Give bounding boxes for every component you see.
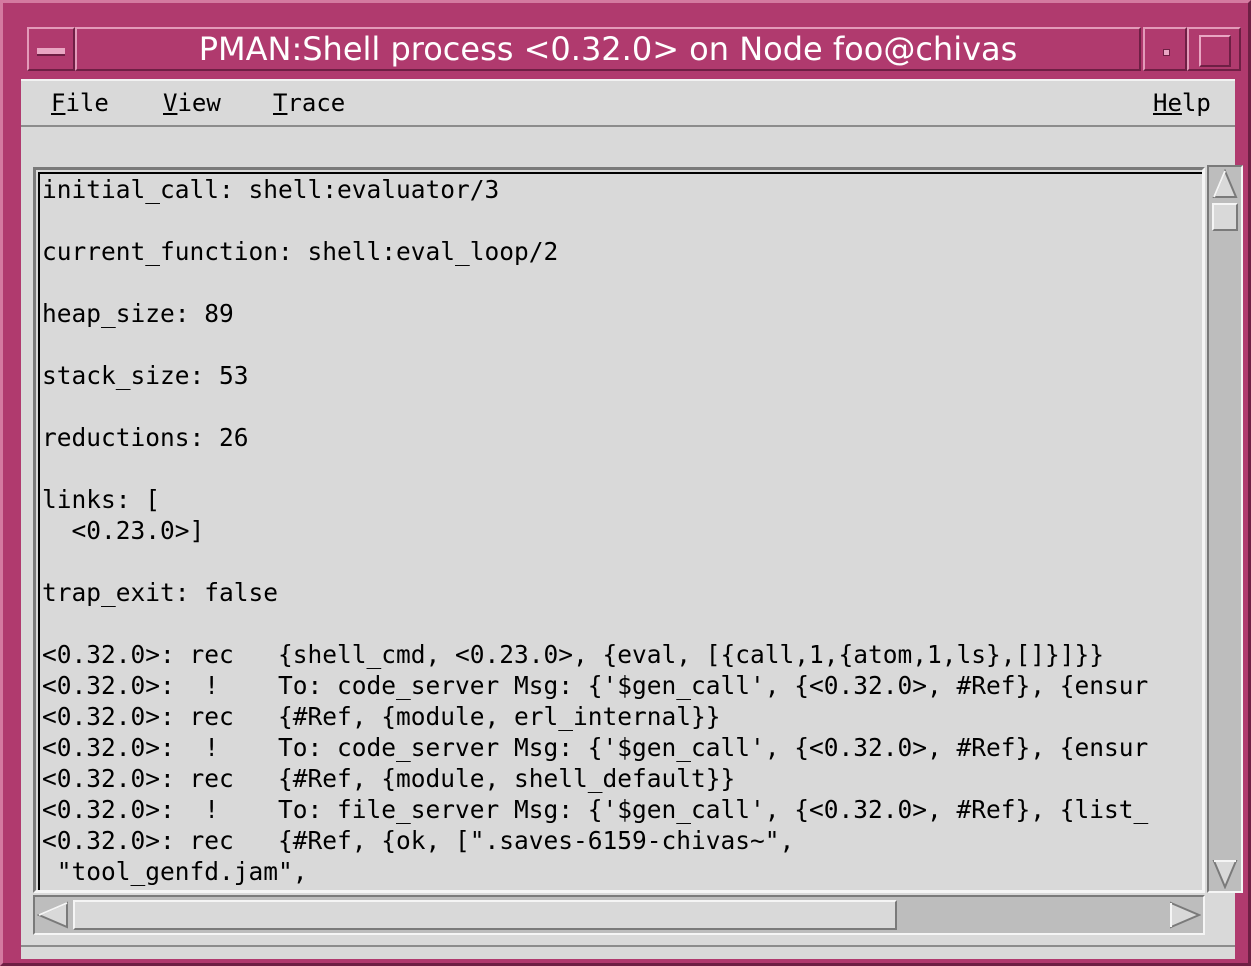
text-line: links: [ <box>42 485 161 514</box>
title-bar[interactable]: PMAN:Shell process <0.32.0> on Node foo@… <box>11 13 1243 77</box>
menu-view[interactable]: View <box>161 87 223 119</box>
text-line: reductions: 26 <box>42 423 249 452</box>
menu-view-mnemonic: V <box>163 89 178 117</box>
window-title: PMAN:Shell process <0.32.0> on Node foo@… <box>75 27 1141 71</box>
bottom-divider <box>21 945 1235 947</box>
text-line: heap_size: 89 <box>42 299 234 328</box>
vertical-scroll-thumb[interactable] <box>1212 203 1238 231</box>
menu-help[interactable]: Help <box>1151 87 1213 119</box>
menu-bar: File View Trace Help <box>21 79 1235 127</box>
text-line <box>42 205 1202 236</box>
text-line: <0.32.0>: ! To: file_server Msg: {'$gen_… <box>42 795 1149 824</box>
menu-trace[interactable]: Trace <box>271 87 347 119</box>
text-line: <0.32.0>: rec {#Ref, {module, shell_defa… <box>42 764 736 793</box>
menu-file-label: ile <box>65 89 109 117</box>
text-line <box>42 453 1202 484</box>
text-line <box>42 267 1202 298</box>
text-line: trap_exit: false <box>42 578 279 607</box>
window-menu-icon <box>37 48 65 56</box>
text-line: current_function: shell:eval_loop/2 <box>42 237 559 266</box>
menu-trace-mnemonic: T <box>273 89 288 117</box>
text-line: "tool_genfd.jam", <box>42 857 308 886</box>
text-content: initial_call: shell:evaluator/3 current_f… <box>40 174 1202 887</box>
menu-trace-label: race <box>287 89 346 117</box>
text-line: initial_call: shell:evaluator/3 <box>42 175 500 204</box>
menu-view-label: iew <box>177 89 221 117</box>
maximize-button[interactable] <box>1187 27 1241 71</box>
scroll-down-arrow-icon[interactable] <box>1212 859 1238 889</box>
client-area: File View Trace Help initial_call: shell… <box>21 79 1243 959</box>
menu-help-label: lp <box>1181 89 1211 117</box>
process-info-text-area[interactable]: initial_call: shell:evaluator/3 current_f… <box>33 167 1205 893</box>
window-menu-button[interactable] <box>27 27 75 71</box>
text-line: stack_size: 53 <box>42 361 249 390</box>
text-line <box>42 391 1202 422</box>
text-line: <0.23.0>] <box>42 516 205 545</box>
maximize-icon <box>1199 35 1231 67</box>
menu-file[interactable]: File <box>49 87 111 119</box>
minimize-button[interactable] <box>1143 27 1187 71</box>
scroll-up-arrow-icon[interactable] <box>1212 169 1238 199</box>
menu-file-mnemonic: F <box>51 89 66 117</box>
vertical-scrollbar[interactable] <box>1207 165 1243 893</box>
app-window: PMAN:Shell process <0.32.0> on Node foo@… <box>0 0 1251 966</box>
text-line: <0.32.0>: rec {#Ref, {module, erl_intern… <box>42 702 721 731</box>
text-line: <0.32.0>: rec {#Ref, {ok, [".saves-6159-… <box>42 826 795 855</box>
text-line: <0.32.0>: rec {shell_cmd, <0.23.0>, {eva… <box>42 640 1105 669</box>
text-line <box>42 329 1202 360</box>
horizontal-scroll-thumb[interactable] <box>73 900 897 930</box>
minimize-icon <box>1163 49 1170 56</box>
menu-help-mnemonic: He <box>1153 89 1182 117</box>
text-line <box>42 608 1202 639</box>
scroll-right-arrow-icon[interactable] <box>1169 900 1201 930</box>
text-line <box>42 546 1202 577</box>
text-viewport: initial_call: shell:evaluator/3 current_f… <box>38 172 1202 890</box>
scroll-left-arrow-icon[interactable] <box>37 900 69 930</box>
text-line: <0.32.0>: ! To: code_server Msg: {'$gen_… <box>42 671 1149 700</box>
text-line: <0.32.0>: ! To: code_server Msg: {'$gen_… <box>42 733 1149 762</box>
horizontal-scrollbar[interactable] <box>33 895 1205 935</box>
